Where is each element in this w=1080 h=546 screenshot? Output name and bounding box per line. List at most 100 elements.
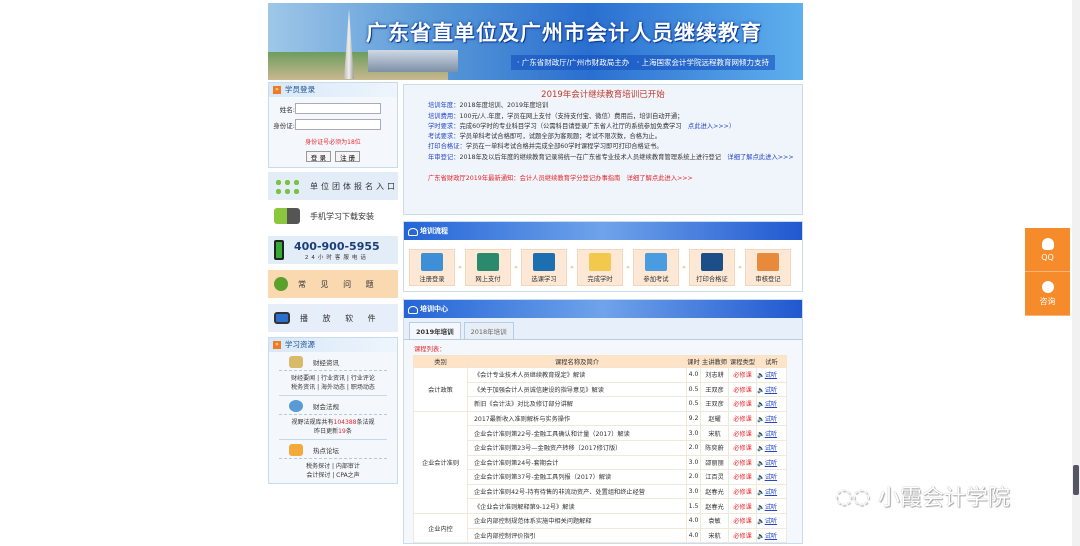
course-link[interactable]: 2017最新收入准则解析与实务操作 [467,410,687,427]
header-banner: 广东省直单位及广州市会计人员继续教育 · 广东省财政厅/广州市财政局主办 · 上… [268,3,803,80]
finance-links[interactable]: 财经要闻 | 行业资讯 | 行业评论 [279,374,387,383]
training-center: 培训中心 2019年培训 2018年培训 课程列表： 类别 课程名称及简介 课时… [403,299,803,545]
notice-link[interactable]: 点此进入>>>） [688,123,735,130]
flow-step[interactable]: 完成学时 [577,249,623,286]
trial-link[interactable]: 试听 [765,474,777,481]
trial-link[interactable]: 试听 [765,533,777,540]
notice-red-link[interactable]: 广东省财政厅2019年最新通知：会计人员继续教育学分登记办事指南 详细了解点此进… [410,174,796,184]
arrow-icon: » [626,264,630,271]
qq-icon [1041,237,1054,250]
category-cell: 企业内控 [413,512,468,544]
mobile-download-link[interactable]: 手机学习下载安装 [268,202,398,230]
notice-item: 培训费用：100元/人.年度，学员在网上支付（支持支付宝、微信）费用后，培训自动… [428,112,684,120]
list-caption: 课程列表： [414,346,446,353]
table-row: 《企业会计准则解释第9-12号》解读 1.5 赵春光 必修课 🔈试听 [414,498,787,514]
speaker-icon: 🔈 [757,430,765,438]
arrow-icon: » [273,86,281,94]
table-row: 会计政策 《会计专业技术人员继续教育规定》解读 4.0 刘志耕 必修课 🔈试听 [413,367,787,412]
name-input[interactable] [295,103,381,114]
trial-link[interactable]: 试听 [765,431,777,438]
finance-links-2[interactable]: 税务资讯 | 海外动态 | 职场动态 [279,383,387,392]
notice-title: 2019年会计继续教育培训已开始 [541,90,665,100]
arrow-icon: » [458,264,462,271]
course-link[interactable]: 企业内部控制规范体系实施中相关问题解释 [467,512,687,529]
speaker-icon: 🔈 [757,401,765,409]
trial-link[interactable]: 试听 [765,518,777,525]
course-link[interactable]: 企业会计准则第22号-金融工具确认和计量（2017）解读 [467,425,687,441]
course-link[interactable]: 企业会计准则42号-持有待售的非流动资产、处置组和终止经营 [467,483,687,500]
trial-link[interactable]: 试听 [765,489,777,496]
forum-links-2[interactable]: 会计探讨 | CPA之声 [279,471,387,480]
course-link[interactable]: 企业会计准则第37号-金融工具列报（2017）解读 [467,469,687,485]
table-row: 企业会计准则第23号—金融资产转移（2017修订版） 2.0 陈奕蔚 必修课 🔈试听 [414,439,787,456]
wechat-icon: ◌◌ [835,484,870,508]
arrow-icon: » [570,264,574,271]
course-link[interactable]: 《企业会计准则解释第9-12号》解读 [467,498,687,514]
flow-step[interactable]: 审核登记 [745,249,791,286]
col-trial: 试听 [756,355,787,368]
table-row: 企业内控 企业内部控制规范体系实施中相关问题解释 4.0 袁敏 必修课 🔈试听 [413,512,787,544]
speaker-icon: 🔈 [757,386,765,394]
chat-icon [289,444,303,456]
speaker-icon: 🔈 [757,474,765,482]
flow-step[interactable]: 注册登录 [409,249,455,286]
arrow-icon: » [682,264,686,271]
tab-2018[interactable]: 2018年培训 [463,322,514,339]
forum-links[interactable]: 税务探讨 | 内部审计 [279,462,387,471]
scrollbar[interactable] [1072,0,1080,546]
flow-step[interactable]: 打印合格证 [689,249,735,286]
trial-link[interactable]: 试听 [765,372,777,379]
speaker-icon: 🔈 [757,459,765,467]
login-button[interactable]: 登 录 [305,151,331,162]
trial-link[interactable]: 试听 [765,460,777,467]
step-icon [701,253,723,271]
trial-link[interactable]: 试听 [765,445,777,452]
hotline: 400-900-5955 24小时客服电话 [268,236,398,264]
consult-button[interactable]: 咨询 [1025,272,1070,316]
course-link[interactable]: 企业内部控制评价指引 [467,527,687,544]
course-link[interactable]: 企业会计准则第23号—金融资产转移（2017修订版） [467,439,687,456]
speaker-icon: 🔈 [757,518,765,526]
step-icon [421,253,443,271]
col-type: 课程类型 [728,355,757,368]
course-link[interactable]: 《关于加强会计人员诚信建设的指导意见》解读 [467,381,687,398]
main-content: 2019年会计继续教育培训已开始 培训年度：2018年度培训、2019年度培训培… [403,84,803,545]
flow-step[interactable]: 网上支付 [465,249,511,286]
course-link[interactable]: 《会计专业技术人员继续教育规定》解读 [467,367,687,383]
notice-link[interactable]: 详细了解点此进入>>> [727,154,793,161]
flow-step[interactable]: 参加考试 [633,249,679,286]
speaker-icon: 🔈 [757,489,765,497]
trial-link[interactable]: 试听 [765,401,777,408]
phone-icon [274,240,284,260]
qq-button[interactable]: QQ [1025,228,1070,272]
step-icon [757,253,779,271]
faq-link[interactable]: 常 见 问 题 [268,270,398,298]
col-hours: 课时 [686,355,701,368]
notice-item: 年审登记：2018年及以后年度的继续教育记录将统一在广东省专业技术人员继续教育管… [428,153,794,161]
flow-step[interactable]: 选课学习 [521,249,567,286]
laws-link[interactable]: 财会法规 [269,396,397,414]
tab-2019[interactable]: 2019年培训 [409,322,461,339]
trial-link[interactable]: 试听 [765,387,777,394]
step-icon [533,253,555,271]
course-link[interactable]: 新旧《会计法》对比及修订部分讲解 [467,396,687,412]
android-apple-icon [274,208,300,224]
category-cell: 会计政策 [413,367,468,412]
table-row: 企业会计准则第37号-金融工具列报（2017）解读 2.0 江百灵 必修课 🔈试听 [414,469,787,485]
speaker-icon: 🔈 [757,416,765,424]
group-signup-link[interactable]: 单位团体报名入口 [268,172,398,200]
id-input[interactable] [295,119,381,130]
pen-icon [289,356,303,368]
course-link[interactable]: 企业会计准则第24号-套期会计 [467,454,687,471]
forum-link[interactable]: 热点论坛 [269,440,397,458]
notice-item: 打印合格证：学员在一单科考试合格并完成全部60学时课程学习即可打印合格证书。 [428,143,663,151]
trial-link[interactable]: 试听 [765,416,777,423]
finance-news-link[interactable]: 财经资讯 [269,352,397,370]
site-subtitle: · 广东省财政厅/广州市财政局主办 · 上海国家会计学院远程教育网倾力支持 [510,55,775,70]
login-title: 学员登录 [285,85,315,94]
notice-item: 培训年度：2018年度培训、2019年度培训 [428,102,549,110]
register-button[interactable]: 注 册 [335,151,361,162]
question-icon [274,277,288,291]
trial-link[interactable]: 试听 [765,504,777,511]
player-software-link[interactable]: 播 放 软 件 [268,304,398,332]
